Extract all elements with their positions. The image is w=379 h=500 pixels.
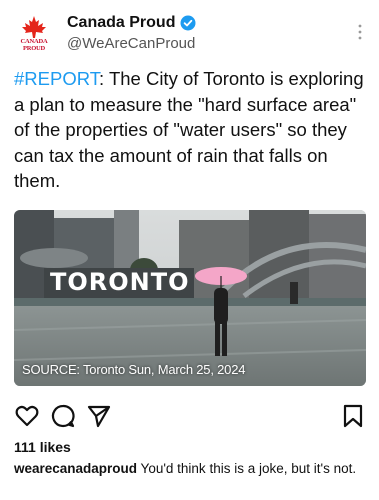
- post-header: CANADA PROUD Canada Proud @WeAreCanProud: [0, 0, 379, 60]
- post-image[interactable]: TORONTO SOURCE: Toronto Sun, March 25, 2…: [14, 210, 366, 386]
- author-name-row: Canada Proud: [67, 14, 196, 32]
- toronto-sign: TORONTO: [50, 268, 190, 296]
- comment-icon[interactable]: [50, 403, 76, 429]
- author-display-name[interactable]: Canada Proud: [67, 14, 175, 32]
- avatar-text: CANADA PROUD: [20, 38, 48, 52]
- heart-icon[interactable]: [14, 403, 40, 429]
- author-handle[interactable]: @WeAreCanProud: [67, 35, 195, 52]
- send-icon[interactable]: [86, 403, 112, 429]
- bookmark-icon[interactable]: [340, 403, 366, 429]
- avatar[interactable]: CANADA PROUD: [14, 14, 54, 54]
- likes-count[interactable]: 111 likes: [14, 439, 71, 455]
- post-body: #REPORT: The City of Toronto is explorin…: [14, 66, 369, 194]
- caption-text: You'd think this is a joke, but it's not…: [137, 461, 357, 476]
- toronto-photo: [14, 210, 366, 386]
- caption-username[interactable]: wearecanadaproud: [14, 461, 137, 476]
- post-caption: wearecanadaproud You'd think this is a j…: [14, 460, 369, 478]
- image-source-caption: SOURCE: Toronto Sun, March 25, 2024: [22, 362, 246, 377]
- more-icon[interactable]: [357, 24, 363, 40]
- hashtag-link[interactable]: #REPORT: [14, 68, 99, 89]
- action-bar: [14, 403, 366, 429]
- verified-badge-icon: [180, 15, 196, 31]
